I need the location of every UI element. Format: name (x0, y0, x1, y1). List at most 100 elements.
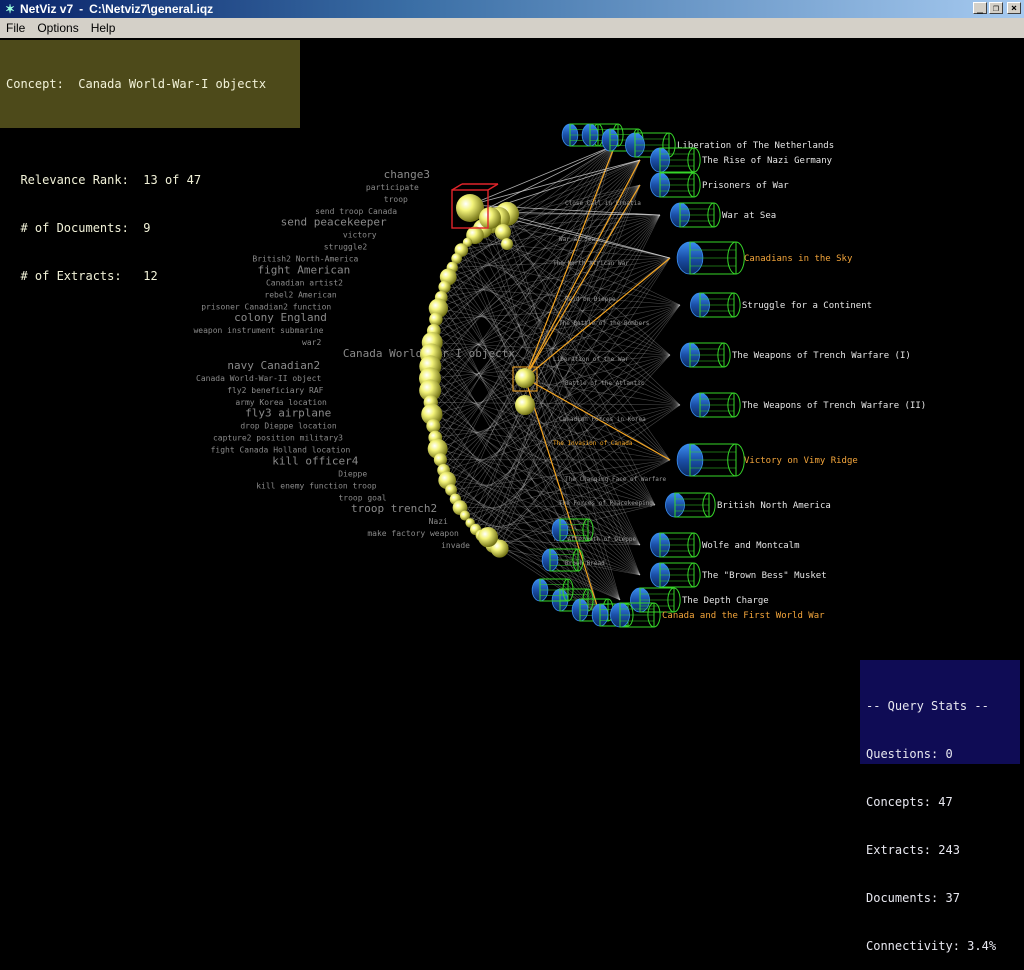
document-label[interactable]: Prisoners of War (702, 181, 789, 191)
document-cylinder[interactable] (690, 393, 740, 417)
document-label[interactable]: Struggle for a Continent (742, 301, 872, 311)
document-cylinder[interactable] (665, 493, 715, 517)
extract-label: The Invasion of Canada (553, 440, 633, 447)
concept-label[interactable]: troop (384, 195, 408, 204)
window-title: NetViz v7 (20, 2, 73, 16)
concept-label[interactable]: change3 (384, 168, 430, 181)
concept-label[interactable]: make factory weapon (367, 529, 459, 538)
title-bar: ✶ NetViz v7 - C:\Netviz7\general.iqz _ ❐… (0, 0, 1024, 18)
document-label[interactable]: The Depth Charge (682, 596, 769, 606)
concept-label[interactable]: Canada World-War-II object (196, 374, 321, 383)
concept-sphere[interactable] (479, 207, 501, 229)
concept-label[interactable]: troop trench2 (351, 502, 437, 515)
menu-options[interactable]: Options (31, 21, 84, 35)
document-cylinder[interactable] (680, 343, 730, 367)
extract-label: The Forces of Peacekeeping (559, 500, 653, 507)
concept-info-panel: Concept: Canada World-War-I objectx Rele… (0, 40, 300, 128)
concept-label[interactable]: invade (441, 541, 470, 550)
document-label[interactable]: The Weapons of Trench Warfare (II) (742, 401, 926, 411)
document-cylinder[interactable] (650, 563, 700, 587)
concept-label[interactable]: troop goal (338, 493, 386, 502)
extract-count: # of Extracts: 12 (6, 268, 294, 284)
window-controls: _ ❐ × (973, 2, 1021, 14)
document-cylinder[interactable] (650, 173, 700, 197)
selected-concept-sphere[interactable] (515, 368, 535, 388)
window-path: C:\Netviz7\general.iqz (89, 2, 213, 16)
concept-label[interactable]: victory (343, 231, 377, 240)
stats-connectivity: Connectivity: 3.4% (866, 938, 1014, 954)
minimize-button[interactable]: _ (973, 2, 987, 14)
document-count: # of Documents: 9 (6, 220, 294, 236)
concept-label[interactable]: send troop Canada (315, 207, 397, 216)
document-cylinder[interactable] (690, 293, 740, 317)
concept-name: Concept: Canada World-War-I objectx (6, 76, 294, 92)
concept-label[interactable]: war2 (302, 338, 321, 347)
concept-label[interactable]: navy Canadian2 (227, 359, 320, 372)
concept-label[interactable]: send peacekeeper (281, 216, 387, 229)
concept-label[interactable]: weapon instrument submarine (193, 326, 323, 335)
query-stats-panel: -- Query Stats -- Questions: 0 Concepts:… (860, 660, 1020, 764)
document-label[interactable]: Liberation of The Netherlands (677, 141, 834, 151)
concept-sphere[interactable] (478, 527, 498, 547)
concept-label[interactable]: struggle2 (324, 243, 368, 252)
extract-label: War at Sea (559, 236, 596, 243)
extract-label: Close Call in Croatia (565, 200, 641, 207)
close-button[interactable]: × (1007, 2, 1021, 14)
app-icon: ✶ (3, 2, 17, 16)
extract-label: Liberation of the War (553, 356, 629, 363)
document-cylinder[interactable] (670, 203, 720, 227)
document-label[interactable]: The "Brown Bess" Musket (702, 571, 827, 581)
relevance-rank: Relevance Rank: 13 of 47 (6, 172, 294, 188)
concept-sphere[interactable] (495, 224, 511, 240)
document-label[interactable]: British North America (717, 501, 831, 511)
document-label[interactable]: The Rise of Nazi Germany (702, 156, 833, 166)
stats-documents: Documents: 37 (866, 890, 1014, 906)
concept-label[interactable]: fly2 beneficiary RAF (227, 386, 324, 395)
document-label[interactable]: Wolfe and Montcalm (702, 541, 800, 551)
document-cylinder[interactable] (677, 444, 744, 476)
menu-bar: File Options Help (0, 18, 1024, 38)
document-label[interactable]: Victory on Vimy Ridge (744, 456, 858, 466)
concept-label[interactable]: capture2 position military3 (213, 434, 343, 443)
concept-label[interactable]: kill officer4 (272, 454, 358, 467)
document-cylinder[interactable] (650, 148, 700, 172)
concept-doc-link (465, 305, 680, 516)
concept-label[interactable]: Nazi (429, 517, 448, 526)
stats-header: -- Query Stats -- (866, 698, 1014, 714)
stats-extracts: Extracts: 243 (866, 842, 1014, 858)
restore-button[interactable]: ❐ (989, 2, 1003, 14)
concept-doc-link (460, 355, 670, 508)
extract-label: Brown Bread (565, 560, 605, 567)
document-cylinder[interactable] (630, 588, 680, 612)
concept-label[interactable]: army Korea location (235, 398, 327, 407)
extract-label: The North African War (553, 260, 629, 267)
concept-label[interactable]: Dieppe (338, 469, 367, 478)
concept-label[interactable]: prisoner Canadian2 function (201, 302, 331, 311)
concept-label[interactable]: drop Dieppe location (240, 422, 337, 431)
document-label[interactable]: Canada and the First World War (662, 611, 825, 621)
stats-questions: Questions: 0 (866, 746, 1014, 762)
document-cylinder[interactable] (650, 533, 700, 557)
extract-label: The Changing Face of Warfare (565, 476, 667, 483)
concept-label[interactable]: kill enemy function troop (256, 481, 377, 490)
title-separator: - (79, 2, 83, 16)
extract-label: The Battle of the Bombers (559, 320, 650, 327)
blank-line (6, 124, 294, 140)
menu-file[interactable]: File (0, 21, 31, 35)
concept-sphere[interactable] (501, 238, 513, 250)
concept-label[interactable]: fly3 airplane (245, 407, 331, 420)
extract-label: Battle of the Atlantic (565, 380, 645, 387)
document-label[interactable]: War at Sea (722, 211, 776, 221)
document-cylinder[interactable] (677, 242, 744, 274)
concept-label[interactable]: participate (366, 183, 419, 192)
concept-doc-link (431, 402, 640, 545)
extract-label: Canadian Forces in Korea (559, 416, 646, 423)
extract-label: Raid on Dieppe (565, 296, 616, 303)
concept-sphere[interactable] (429, 313, 443, 327)
menu-help[interactable]: Help (85, 21, 122, 35)
concept-sphere[interactable] (515, 395, 535, 415)
concept-label[interactable]: fight Canada Holland location (211, 446, 351, 455)
concept-label[interactable]: colony England (234, 311, 327, 324)
document-label[interactable]: Canadians in the Sky (744, 254, 853, 264)
document-label[interactable]: The Weapons of Trench Warfare (I) (732, 351, 911, 361)
